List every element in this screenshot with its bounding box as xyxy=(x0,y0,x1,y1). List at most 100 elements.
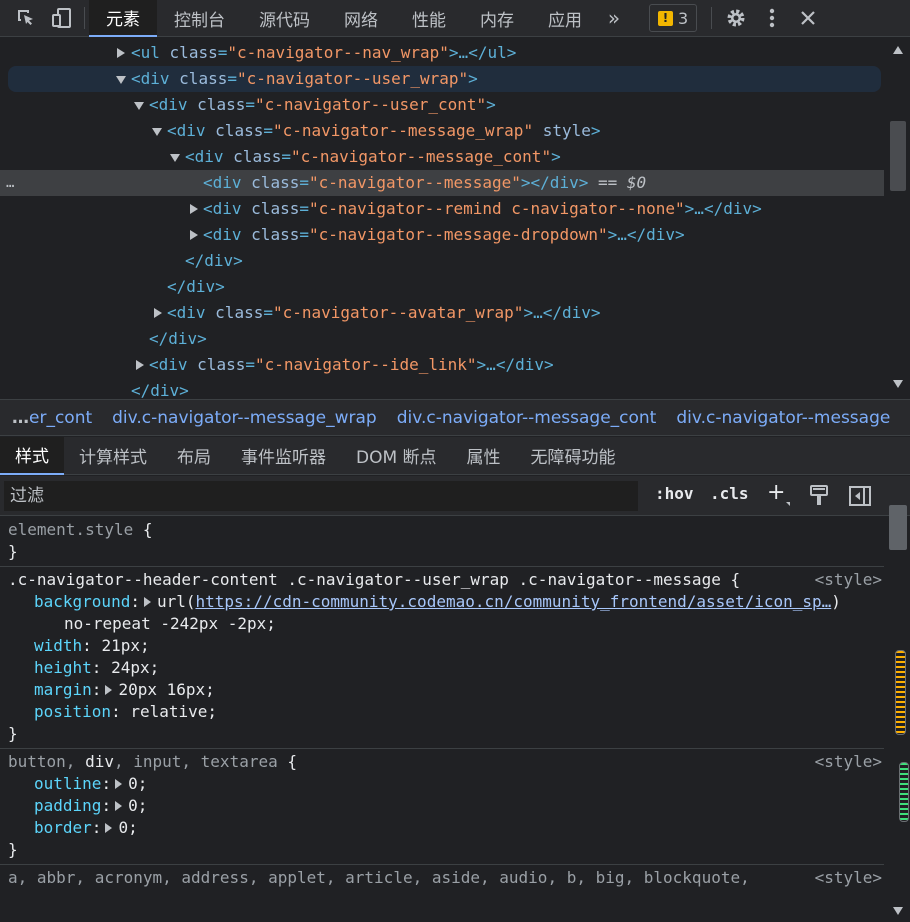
scroll-marker-strip xyxy=(899,762,909,822)
url-link[interactable]: https://cdn-community.codemao.cn/communi… xyxy=(196,592,832,611)
dom-node-row[interactable]: <div class="c-navigator--remind c-naviga… xyxy=(0,196,884,222)
dom-node-row[interactable]: <div class="c-navigator--avatar_wrap">…<… xyxy=(0,300,884,326)
collapse-arrow-icon[interactable] xyxy=(170,154,180,162)
matched-selector[interactable]: div xyxy=(85,752,114,771)
tab-event-listeners[interactable]: 事件监听器 xyxy=(226,437,341,475)
expand-shorthand-icon[interactable] xyxy=(105,823,113,833)
css-declaration[interactable]: border: 0; xyxy=(8,817,884,839)
css-declaration[interactable]: height: 24px; xyxy=(8,657,884,679)
issues-count: 3 xyxy=(678,8,689,28)
devtools-toolbar: 元素 控制台 源代码 网络 性能 内存 应用 » ! 3 xyxy=(0,0,910,37)
cls-toggle[interactable]: .cls xyxy=(710,484,749,503)
tab-sources[interactable]: 源代码 xyxy=(242,0,327,37)
tab-application[interactable]: 应用 xyxy=(531,0,599,37)
expand-arrow-icon[interactable] xyxy=(190,204,198,214)
scrollbar-thumb[interactable] xyxy=(889,505,907,550)
expand-arrow-icon[interactable] xyxy=(136,360,144,370)
style-source-link[interactable]: <style> xyxy=(815,867,882,889)
hov-toggle[interactable]: :hov xyxy=(655,484,694,503)
expand-shorthand-icon[interactable] xyxy=(115,801,123,811)
collapse-arrow-icon[interactable] xyxy=(152,128,162,136)
dom-node-row[interactable]: <ul class="c-navigator--nav_wrap">…</ul> xyxy=(0,40,884,66)
scroll-up-arrow-icon[interactable] xyxy=(893,46,903,54)
css-rule: a, abbr, acronym, address, applet, artic… xyxy=(0,865,884,892)
tab-console[interactable]: 控制台 xyxy=(157,0,242,37)
breadcrumb: … er_cont div.c-navigator--message_wrap … xyxy=(0,399,910,436)
tab-layout[interactable]: 布局 xyxy=(162,437,226,475)
rule-selector[interactable]: .c-navigator--header-content .c-navigato… xyxy=(8,570,721,589)
tab-computed[interactable]: 计算样式 xyxy=(64,437,162,475)
css-rule: .c-navigator--header-content .c-navigato… xyxy=(0,567,884,749)
expand-shorthand-icon[interactable] xyxy=(105,685,113,695)
tab-styles[interactable]: 样式 xyxy=(0,436,64,475)
close-icon[interactable] xyxy=(790,0,826,36)
breadcrumb-item[interactable]: div.c-navigator--message_wrap xyxy=(102,408,387,428)
elements-tree: <ul class="c-navigator--nav_wrap">…</ul>… xyxy=(0,38,910,398)
toggle-sidebar-icon[interactable] xyxy=(849,486,871,510)
device-toolbar-icon[interactable] xyxy=(44,0,80,36)
css-rule: button, div, input, textarea { <style> o… xyxy=(0,749,884,865)
scroll-down-arrow-icon[interactable] xyxy=(893,380,903,388)
collapse-arrow-icon[interactable] xyxy=(116,76,126,84)
more-options-icon[interactable] xyxy=(754,0,790,36)
tab-memory[interactable]: 内存 xyxy=(463,0,531,37)
tab-performance[interactable]: 性能 xyxy=(395,0,463,37)
add-rule-button[interactable]: + xyxy=(767,480,785,505)
expand-arrow-icon[interactable] xyxy=(190,230,198,240)
css-declaration[interactable]: width: 21px; xyxy=(8,635,884,657)
expand-arrow-icon[interactable] xyxy=(117,48,125,58)
dom-node-row[interactable]: </div> xyxy=(0,248,884,274)
scroll-marker-strip xyxy=(895,650,906,735)
dom-node-row[interactable]: </div> xyxy=(0,274,884,300)
dom-node-row-selected[interactable]: … <div class="c-navigator--message"></di… xyxy=(0,170,884,196)
scroll-down-arrow-icon[interactable] xyxy=(893,907,903,915)
expand-shorthand-icon[interactable] xyxy=(143,597,151,607)
css-declaration-continued[interactable]: no-repeat -242px -2px; xyxy=(8,613,884,635)
dom-node-row[interactable]: <div class="c-navigator--message-dropdow… xyxy=(0,222,884,248)
scrollbar-thumb[interactable] xyxy=(890,121,906,191)
dom-node-row[interactable]: </div> xyxy=(0,378,884,398)
breadcrumb-overflow-left[interactable]: … xyxy=(0,408,29,428)
rule-selector[interactable]: a, abbr, acronym, address, applet, artic… xyxy=(8,868,750,887)
dom-node-row[interactable]: <div class="c-navigator--ide_link">…</di… xyxy=(0,352,884,378)
expand-arrow-icon[interactable] xyxy=(154,308,162,318)
style-source-link[interactable]: <style> xyxy=(815,751,882,773)
add-rule-dropdown-icon[interactable] xyxy=(786,502,790,506)
dom-node-row[interactable]: </div> xyxy=(0,326,884,352)
tab-accessibility[interactable]: 无障碍功能 xyxy=(516,437,631,475)
expand-shorthand-icon[interactable] xyxy=(115,779,123,789)
breadcrumb-item[interactable]: er_cont xyxy=(29,408,102,428)
more-tabs-button[interactable]: » xyxy=(599,0,629,37)
issues-button[interactable]: ! 3 xyxy=(649,4,698,32)
tab-properties[interactable]: 属性 xyxy=(452,437,516,475)
node-actions-ellipsis[interactable]: … xyxy=(6,170,14,196)
filter-input[interactable] xyxy=(4,481,638,511)
css-declaration[interactable]: padding: 0; xyxy=(8,795,884,817)
css-rule-element-style: element.style { } xyxy=(0,517,884,567)
css-declaration[interactable]: outline: 0; xyxy=(8,773,884,795)
dom-node-row[interactable]: <div class="c-navigator--message_cont"> xyxy=(0,144,884,170)
collapse-arrow-icon[interactable] xyxy=(134,102,144,110)
settings-gear-icon[interactable] xyxy=(718,0,754,36)
dom-node-row[interactable]: <div class="c-navigator--user_wrap"> xyxy=(8,66,881,92)
warning-icon: ! xyxy=(658,10,673,26)
css-declaration[interactable]: position: relative; xyxy=(8,701,884,723)
breadcrumb-overflow-right[interactable]: … xyxy=(900,408,910,428)
styles-scrollbar[interactable] xyxy=(886,505,910,922)
css-declaration[interactable]: background: url(https://cdn-community.cod… xyxy=(8,591,884,613)
css-declaration[interactable]: margin: 20px 16px; xyxy=(8,679,884,701)
breadcrumb-item[interactable]: div.c-navigator--message_cont xyxy=(387,408,667,428)
rule-selector[interactable]: element.style xyxy=(8,520,133,539)
inspect-element-icon[interactable] xyxy=(8,0,44,36)
style-source-link[interactable]: <style> xyxy=(815,569,882,591)
dom-node-row[interactable]: <div class="c-navigator--message_wrap" s… xyxy=(0,118,884,144)
tab-dom-breakpoints[interactable]: DOM 断点 xyxy=(341,437,452,475)
tab-network[interactable]: 网络 xyxy=(327,0,395,37)
styles-pane: element.style { } .c-navigator--header-c… xyxy=(0,517,884,922)
dom-node-row[interactable]: <div class="c-navigator--user_cont"> xyxy=(0,92,884,118)
paint-brush-icon[interactable] xyxy=(809,485,829,511)
breadcrumb-item-current[interactable]: div.c-navigator--message xyxy=(666,408,900,428)
elements-scrollbar[interactable] xyxy=(886,38,910,398)
tab-elements[interactable]: 元素 xyxy=(89,0,157,37)
divider xyxy=(711,7,713,29)
